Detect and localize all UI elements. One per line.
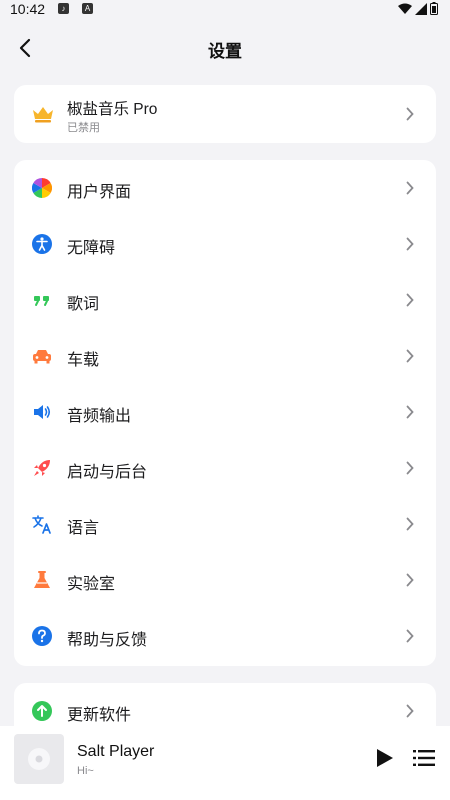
settings-item-label: 用户界面 <box>67 184 132 201</box>
accessibility-icon <box>32 234 52 254</box>
chevron-right-icon <box>406 237 414 251</box>
update-icon <box>32 701 52 721</box>
notification-app-icon: A <box>82 3 93 14</box>
music-note-icon: ♪ <box>58 3 69 14</box>
settings-item-label: 实验室 <box>67 576 116 593</box>
settings-item-label: 启动与后台 <box>67 464 148 481</box>
chevron-right-icon <box>406 107 414 121</box>
pro-label: 椒盐音乐 Pro <box>67 101 158 118</box>
settings-item-lab[interactable]: 实验室 <box>14 552 436 608</box>
song-title: Salt Player <box>77 743 155 760</box>
settings-item-lyrics[interactable]: 歌词 <box>14 272 436 328</box>
settings-item-label: 车载 <box>67 352 100 369</box>
flask-icon <box>34 571 50 588</box>
settings-item-help-feedback[interactable]: 帮助与反馈 <box>14 608 436 664</box>
status-time: 10:42 <box>10 1 46 17</box>
chevron-right-icon <box>406 461 414 475</box>
quote-icon <box>34 296 49 306</box>
settings-item-language[interactable]: 语言 <box>14 496 436 552</box>
chevron-right-icon <box>406 293 414 307</box>
chevron-right-icon <box>406 405 414 419</box>
status-bar: 10:42 ♪ A <box>0 0 450 18</box>
chevron-right-icon <box>406 629 414 643</box>
playlist-icon[interactable] <box>413 749 435 767</box>
chevron-right-icon <box>406 349 414 363</box>
settings-item-user-interface[interactable]: 用户界面 <box>14 160 436 216</box>
settings-item-audio-output[interactable]: 音频输出 <box>14 384 436 440</box>
settings-item-label: 音频输出 <box>67 408 132 425</box>
settings-item-car[interactable]: 车载 <box>14 328 436 384</box>
settings-item-label: 更新软件 <box>67 707 132 724</box>
rocket-icon <box>34 460 50 476</box>
speaker-icon <box>34 405 51 419</box>
chevron-right-icon <box>406 517 414 531</box>
help-icon <box>32 626 52 646</box>
pro-status: 已禁用 <box>67 122 100 134</box>
album-art[interactable] <box>14 734 64 784</box>
chevron-right-icon <box>406 704 414 718</box>
settings-item-label: 语言 <box>67 520 100 537</box>
settings-item-startup-background[interactable]: 启动与后台 <box>14 440 436 496</box>
pro-card: 椒盐音乐 Pro 已禁用 <box>14 85 436 143</box>
crown-icon <box>33 107 53 123</box>
settings-item-label: 歌词 <box>67 296 100 313</box>
chevron-right-icon <box>406 573 414 587</box>
status-indicators <box>398 2 438 15</box>
wifi-icon <box>398 3 412 14</box>
car-icon <box>33 350 51 364</box>
settings-item-pro[interactable]: 椒盐音乐 Pro 已禁用 <box>14 85 436 143</box>
settings-item-label: 无障碍 <box>67 240 116 257</box>
battery-icon <box>430 2 438 15</box>
chevron-right-icon <box>406 181 414 195</box>
settings-card: 用户界面 无障碍 歌词 车载 音频输出 启动与后台 语言 实验室 帮助与反馈 <box>14 160 436 666</box>
settings-item-accessibility[interactable]: 无障碍 <box>14 216 436 272</box>
mini-player[interactable]: Salt Player Hi~ <box>0 726 450 800</box>
play-icon[interactable] <box>373 747 395 769</box>
settings-item-label: 帮助与反馈 <box>67 632 148 649</box>
page-title: 设置 <box>208 42 242 61</box>
palette-icon <box>32 178 52 198</box>
translate-icon <box>32 515 51 534</box>
song-subtitle: Hi~ <box>77 765 94 777</box>
header: 设置 <box>0 28 450 68</box>
signal-icon <box>415 2 427 15</box>
disc-icon <box>28 748 50 770</box>
